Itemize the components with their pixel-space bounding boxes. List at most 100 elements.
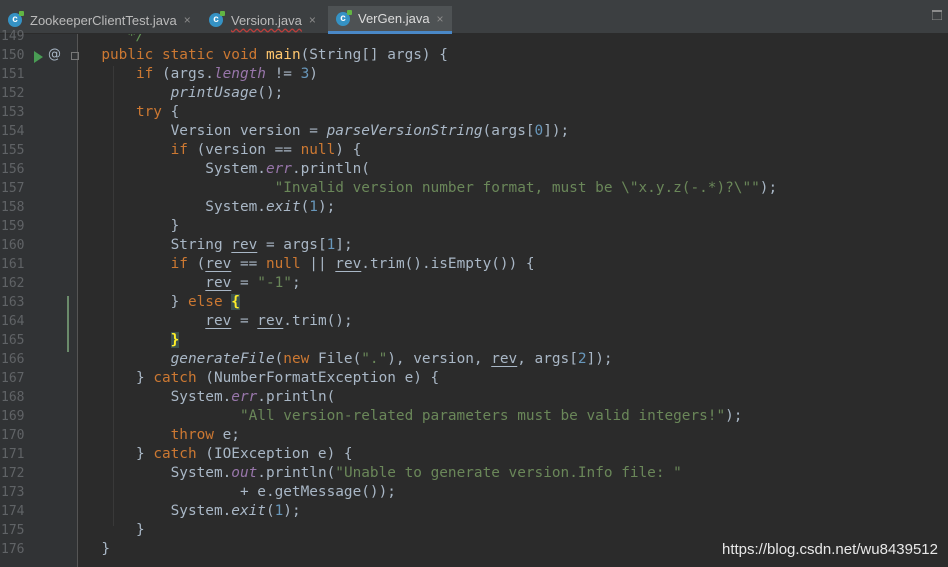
code-line[interactable]: System.exit(1); xyxy=(84,502,301,521)
code-line[interactable]: } xyxy=(84,331,180,350)
code-line[interactable]: rev = rev.trim(); xyxy=(84,312,352,331)
code-line[interactable]: generateFile(new File("."), version, rev… xyxy=(84,350,613,369)
java-class-icon: c xyxy=(8,11,24,27)
code-line[interactable]: throw e; xyxy=(84,426,240,445)
code-line[interactable]: + e.getMessage()); xyxy=(84,483,396,502)
code-token: throw xyxy=(170,427,223,443)
line-number: 169 xyxy=(1,409,25,424)
code-token: String xyxy=(84,237,232,253)
code-token: try xyxy=(135,104,171,120)
line-number: 149 xyxy=(1,29,25,44)
vcs-change-marker[interactable] xyxy=(67,296,69,352)
code-line[interactable]: if (rev == null || rev.trim().isEmpty())… xyxy=(84,255,535,274)
code-token: "Unable to generate version.Info file: " xyxy=(335,465,682,481)
code-token: exit xyxy=(231,503,266,519)
tab-vergen[interactable]: c VerGen.java × xyxy=(328,6,452,34)
code-line[interactable]: System.out.println("Unable to generate v… xyxy=(84,464,682,483)
code-token: ) xyxy=(309,66,318,82)
code-token: ); xyxy=(283,503,301,519)
code-token: ) { xyxy=(335,142,362,158)
code-line[interactable]: } xyxy=(84,217,180,236)
code-token: } xyxy=(84,541,110,557)
code-token: = args[ xyxy=(257,237,327,253)
code-token: generateFile xyxy=(170,351,275,367)
close-icon[interactable]: × xyxy=(437,12,444,26)
code-line[interactable]: } catch (NumberFormatException e) { xyxy=(84,369,439,388)
code-token: 2 xyxy=(577,351,587,367)
tab-label: VerGen.java xyxy=(358,11,430,26)
code-token: main xyxy=(265,47,301,63)
code-token: rev xyxy=(205,313,232,329)
code-token: .println( xyxy=(257,465,336,481)
code-token: Version version = xyxy=(84,123,327,139)
run-icon[interactable] xyxy=(34,51,43,63)
code-token: exit xyxy=(265,199,301,215)
code-line[interactable]: } else { xyxy=(84,293,240,312)
code-line[interactable]: rev = "-1"; xyxy=(84,274,301,293)
code-token: ); xyxy=(759,180,778,196)
line-number: 171 xyxy=(1,447,25,462)
code-token: e; xyxy=(222,427,240,443)
code-line[interactable]: */ xyxy=(84,34,144,46)
code-line[interactable]: public static void main(String[] args) { xyxy=(84,46,448,65)
code-token: ( xyxy=(300,199,310,215)
line-number: 175 xyxy=(1,523,25,538)
code-token: rev xyxy=(335,256,362,272)
watermark: https://blog.csdn.net/wu8439512 xyxy=(722,541,938,558)
code-token: System. xyxy=(84,503,232,519)
code-line[interactable]: printUsage(); xyxy=(84,84,284,103)
code-token: } xyxy=(170,332,180,348)
code-token: ); xyxy=(725,408,743,424)
close-icon[interactable]: × xyxy=(309,13,316,27)
code-token: = xyxy=(231,275,258,291)
code-token: != xyxy=(265,66,301,82)
code-token: printUsage xyxy=(170,85,258,101)
java-class-icon: c xyxy=(336,9,352,26)
code-line[interactable]: "Invalid version number format, must be … xyxy=(84,179,778,198)
line-number: 155 xyxy=(1,143,25,158)
code-line[interactable]: try { xyxy=(84,103,179,122)
code-token: System. xyxy=(84,161,266,177)
code-line[interactable]: System.exit(1); xyxy=(84,198,335,217)
close-icon[interactable]: × xyxy=(184,13,191,27)
code-token: + e.getMessage()); xyxy=(84,484,396,500)
code-line[interactable]: } xyxy=(84,521,145,540)
code-line[interactable]: } xyxy=(84,540,110,559)
code-token: System. xyxy=(84,465,232,481)
code-token: File( xyxy=(317,351,362,367)
code-token: null xyxy=(265,256,310,272)
code-token: ; xyxy=(291,275,301,291)
code-line[interactable]: Version version = parseVersionString(arg… xyxy=(84,122,570,141)
tab-version[interactable]: c Version.java × xyxy=(201,6,327,34)
code-line[interactable]: "All version-related parameters must be … xyxy=(84,407,743,426)
code-token: rev xyxy=(205,256,232,272)
code-line[interactable]: String rev = args[1]; xyxy=(84,236,353,255)
code-token: ( xyxy=(196,256,206,272)
tab-menu-icon[interactable] xyxy=(932,10,942,20)
code-token: ]); xyxy=(543,123,570,139)
code-token: || xyxy=(309,256,336,272)
code-token: public static void xyxy=(101,47,266,63)
override-icon[interactable]: @ xyxy=(48,47,61,62)
tab-zookeeper-client-test[interactable]: c ZookeeperClientTest.java × xyxy=(0,6,200,34)
code-token: if xyxy=(170,142,197,158)
code-line[interactable]: System.err.println( xyxy=(84,160,370,179)
code-editor[interactable]: */ public static void main(String[] args… xyxy=(78,34,948,567)
code-token: 1 xyxy=(274,503,284,519)
code-line[interactable]: if (args.length != 3) xyxy=(84,65,318,84)
code-token: 3 xyxy=(300,66,310,82)
code-token: 0 xyxy=(534,123,544,139)
code-token: out xyxy=(231,465,258,481)
code-line[interactable]: if (version == null) { xyxy=(84,141,362,160)
code-line[interactable]: } catch (IOException e) { xyxy=(84,445,353,464)
code-token: parseVersionString xyxy=(326,123,483,139)
code-token: (version == xyxy=(196,142,301,158)
code-line[interactable]: System.err.println( xyxy=(84,388,336,407)
line-number: 152 xyxy=(1,86,25,101)
